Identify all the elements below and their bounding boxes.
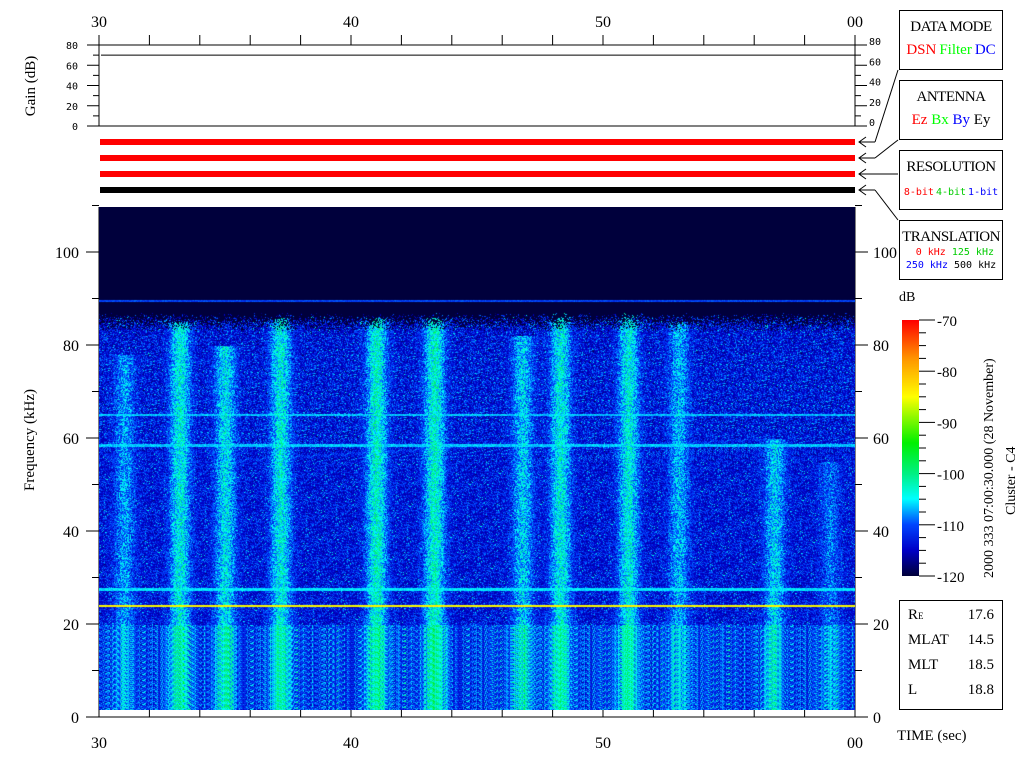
resolution-4bit: 4-bit [935, 187, 967, 198]
bottom-axis-tick-label: 30 [91, 735, 107, 752]
re-label: RE [908, 607, 924, 623]
antenna-ey: Ey [973, 112, 991, 128]
colorbar-tick-label: -100 [937, 468, 965, 484]
status-bar [100, 187, 855, 193]
gain-tick-label: 20 [66, 102, 78, 113]
translation-125khz: 125 kHz [951, 247, 994, 258]
l-label: L [908, 682, 918, 698]
translation-title: TRANSLATION [902, 229, 1000, 245]
status-arrow [858, 136, 875, 148]
colorbar [902, 320, 919, 576]
bottom-axis-tick-label: 50 [595, 735, 611, 752]
freq-tick-label-right: 60 [873, 431, 889, 448]
antenna-title: ANTENNA [916, 89, 987, 105]
translation-500khz: 500 kHz [954, 260, 997, 271]
data-mode-dsn: DSN [906, 42, 937, 58]
data-mode-panel: DATA MODE DSN Filter DC [899, 10, 1003, 70]
gain-tick-label-right: 0 [869, 118, 875, 129]
status-arrow [858, 152, 875, 164]
top-axis-tick-label: 30 [91, 14, 107, 31]
data-mode-dc: DC [974, 42, 996, 58]
gain-panel [98, 44, 856, 127]
gain-axis-label: Gain (dB) [23, 56, 39, 116]
freq-tick-label: 20 [63, 617, 79, 634]
status-bar [100, 171, 855, 177]
freq-tick-label-right: 100 [873, 245, 897, 262]
frequency-axis-label: Frequency (kHz) [22, 389, 38, 491]
colorbar-label: dB [899, 290, 916, 305]
freq-tick-label-right: 40 [873, 524, 889, 541]
mlt-label: MLT [908, 657, 939, 673]
freq-tick-label: 80 [63, 338, 79, 355]
freq-tick-label-right: 20 [873, 617, 889, 634]
gain-tick-label-right: 60 [869, 57, 881, 68]
resolution-title: RESOLUTION [906, 159, 996, 175]
resolution-1bit: 1-bit [968, 187, 999, 198]
antenna-ez: Ez [911, 112, 928, 128]
status-bar [100, 139, 855, 145]
translation-0khz: 0 kHz [915, 247, 946, 258]
freq-tick-label: 100 [55, 245, 79, 262]
bottom-axis-tick-label: 00 [847, 735, 863, 752]
data-mode-title: DATA MODE [910, 19, 992, 35]
re-value: 17.6 [967, 607, 994, 623]
resolution-8bit: 8-bit [903, 187, 934, 198]
freq-tick-label: 0 [71, 710, 79, 727]
freq-tick-label-right: 80 [873, 338, 889, 355]
mlt-value: 18.5 [967, 657, 994, 673]
gain-tick-label-right: 20 [869, 98, 881, 109]
l-value: 18.8 [967, 682, 994, 698]
mlat-value: 14.5 [967, 632, 994, 648]
antenna-panel: ANTENNA Ez Bx By Ey [899, 80, 1003, 140]
top-axis-tick-label: 40 [343, 14, 359, 31]
date-label: 2000 333 07:00:30.000 (28 November) [982, 358, 997, 578]
gain-tick-label-right: 40 [869, 78, 881, 89]
top-axis-tick-label: 00 [847, 14, 863, 31]
antenna-bx: Bx [931, 112, 949, 128]
status-arrow [858, 168, 875, 180]
mlat-label: MLAT [908, 632, 949, 648]
translation-panel: TRANSLATION 0 kHz 125 kHz 250 kHz 500 kH… [899, 220, 1003, 280]
freq-tick-label: 40 [63, 524, 79, 541]
spacecraft-label: Cluster - C4 [1004, 446, 1019, 515]
colorbar-tick-label: -90 [937, 416, 957, 432]
colorbar-tick-label: -70 [937, 314, 957, 330]
orbit-info-panel: RE 17.6 MLAT 14.5 MLT 18.5 L 18.8 [899, 600, 1003, 710]
gain-tick-label: 0 [72, 122, 78, 133]
status-bar [100, 155, 855, 161]
connector-line [874, 189, 899, 221]
colorbar-tick-label: -120 [937, 570, 965, 586]
data-mode-filter: Filter [939, 42, 972, 58]
freq-tick-label: 60 [63, 431, 79, 448]
connector-line [874, 139, 899, 159]
spectrogram-canvas [99, 207, 855, 710]
antenna-by: By [952, 112, 970, 128]
x-axis-label: TIME (sec) [897, 728, 967, 744]
gain-tick-label: 40 [66, 82, 78, 93]
colorbar-tick-label: -80 [937, 365, 957, 381]
translation-250khz: 250 kHz [905, 260, 948, 271]
gain-tick-label: 80 [66, 41, 78, 52]
gain-tick-label: 60 [66, 61, 78, 72]
status-arrow [858, 184, 875, 196]
gain-tick-label-right: 80 [869, 37, 881, 48]
freq-tick-label-right: 0 [873, 710, 881, 727]
top-axis-tick-label: 50 [595, 14, 611, 31]
resolution-panel: RESOLUTION 8-bit 4-bit 1-bit [899, 150, 1003, 210]
colorbar-tick-label: -110 [937, 519, 964, 535]
bottom-axis-tick-label: 40 [343, 735, 359, 752]
